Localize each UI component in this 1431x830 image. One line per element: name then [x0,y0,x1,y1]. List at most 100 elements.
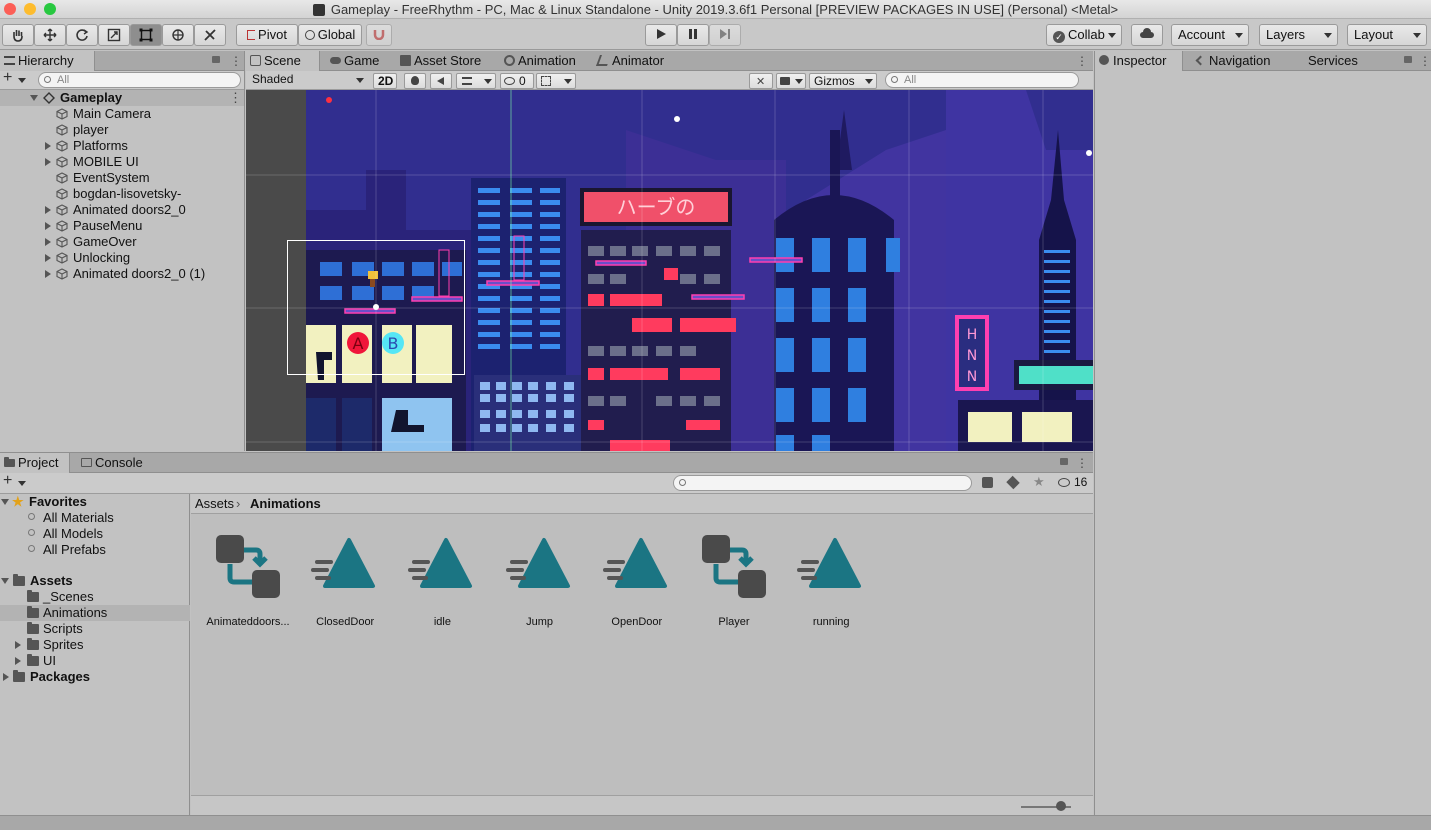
create-button[interactable]: + [3,472,12,490]
tab-scene[interactable]: Scene [246,51,320,71]
expand-arrow-icon[interactable] [15,657,21,665]
asset-folder-item[interactable]: Scripts [0,621,190,637]
favorites-row[interactable]: ★ Favorites [0,494,190,510]
lock-icon[interactable] [1060,458,1068,465]
more-options-icon[interactable]: ⋮ [1076,54,1088,68]
expand-arrow-icon[interactable] [45,254,51,262]
expand-arrow-icon[interactable] [45,222,51,230]
hidden-objects-toggle[interactable]: 0 [500,73,534,89]
hierarchy-item[interactable]: Unlocking [0,250,244,266]
tab-navigation[interactable]: Navigation [1191,51,1270,71]
lighting-toggle[interactable] [404,73,426,89]
hierarchy-item[interactable]: Animated doors2_0 [0,202,244,218]
platform[interactable] [411,296,463,302]
play-button[interactable] [645,24,677,46]
scene-viewport[interactable]: ハーブの A B H N N [246,90,1093,451]
hierarchy-item[interactable]: EventSystem [0,170,244,186]
layout-dropdown[interactable]: Layout [1347,24,1427,46]
favorites-item[interactable]: All Prefabs [0,542,190,558]
tab-console[interactable]: Console [77,453,143,473]
favorites-item[interactable]: All Materials [0,510,190,526]
audio-toggle[interactable] [430,73,452,89]
label-tag-icon[interactable] [1006,475,1020,490]
transform-tool-button[interactable] [162,24,194,46]
snap-button[interactable] [366,24,392,46]
effects-dropdown[interactable] [456,73,496,89]
create-button[interactable]: + [3,69,12,87]
more-options-icon[interactable]: ⋮ [1419,54,1431,68]
scene-search-input[interactable]: All [885,72,1079,88]
hierarchy-item[interactable]: Main Camera [0,106,244,122]
layers-dropdown[interactable]: Layers [1259,24,1338,46]
favorites-item[interactable]: All Models [0,526,190,542]
move-tool-button[interactable] [34,24,66,46]
tab-project[interactable]: Project [0,453,70,473]
scene-row[interactable]: Gameplay ⋮ [0,90,244,106]
hierarchy-item[interactable]: player [0,122,244,138]
asset-folder-item[interactable]: Animations [0,605,190,621]
asset-folder-item[interactable]: _Scenes [0,589,190,605]
gizmos-dropdown[interactable]: Gizmos [809,73,877,89]
platform[interactable] [595,260,647,266]
platform[interactable] [749,257,803,263]
tools-settings-button[interactable]: ✕ [749,73,773,89]
rect-tool-button[interactable] [130,24,162,46]
breadcrumb-assets[interactable]: Assets [195,494,234,514]
asset-folder-item[interactable]: Sprites [0,637,190,653]
lock-icon[interactable] [212,56,220,63]
more-options-icon[interactable]: ⋮ [230,54,242,68]
star-icon[interactable]: ★ [1033,474,1045,490]
hierarchy-item[interactable]: Animated doors2_0 (1) [0,266,244,282]
cloud-button[interactable] [1131,24,1163,46]
expand-arrow-icon[interactable] [3,673,9,681]
tab-animation[interactable]: Animation [500,51,576,71]
scene-canvas[interactable]: ハーブの A B H N N [246,90,1093,451]
expand-arrow-icon[interactable] [45,270,51,278]
tab-inspector[interactable]: Inspector [1095,51,1183,71]
tab-services[interactable]: Services [1296,51,1358,71]
platform[interactable] [691,294,745,300]
account-dropdown[interactable]: Account [1171,24,1249,46]
pivot-toggle[interactable]: Pivot [236,24,298,46]
custom-tool-button[interactable] [194,24,226,46]
tab-asset-store[interactable]: Asset Store [396,51,481,71]
expand-arrow-icon[interactable] [30,95,38,101]
expand-arrow-icon[interactable] [45,142,51,150]
shading-mode-dropdown[interactable]: Shaded [248,72,366,88]
maximize-window-button[interactable] [44,3,56,15]
expand-arrow-icon[interactable] [45,238,51,246]
tab-game[interactable]: Game [326,51,379,71]
hierarchy-item[interactable]: PauseMenu [0,218,244,234]
search-by-type-icon[interactable] [982,477,993,488]
expand-arrow-icon[interactable] [45,206,51,214]
chevron-down-icon[interactable] [18,78,26,83]
hand-tool-button[interactable] [2,24,34,46]
rotate-tool-button[interactable] [66,24,98,46]
close-window-button[interactable] [4,3,16,15]
tab-animator[interactable]: Animator [594,51,664,71]
hierarchy-item[interactable]: GameOver [0,234,244,250]
expand-arrow-icon[interactable] [1,578,9,584]
hierarchy-item[interactable]: Platforms [0,138,244,154]
hierarchy-search-input[interactable]: All [38,72,241,88]
2d-toggle[interactable]: 2D [373,73,397,89]
step-button[interactable] [709,24,741,46]
platform[interactable] [486,280,540,286]
hierarchy-item[interactable]: MOBILE UI [0,154,244,170]
lock-icon[interactable] [1404,56,1412,63]
scale-tool-button[interactable] [98,24,130,46]
camera-dropdown[interactable] [776,73,806,89]
expand-arrow-icon[interactable] [45,158,51,166]
chevron-down-icon[interactable] [18,481,26,486]
hierarchy-item[interactable]: bogdan-lisovetsky- [0,186,244,202]
expand-arrow-icon[interactable] [15,641,21,649]
collab-dropdown[interactable]: ✓ Collab [1046,24,1122,46]
zoom-slider-thumb[interactable] [1056,801,1066,811]
breadcrumb-animations[interactable]: Animations [250,494,321,514]
eye-slash-icon[interactable] [1058,478,1070,487]
assets-row[interactable]: Assets [0,573,190,589]
grid-dropdown[interactable] [536,73,576,89]
packages-row[interactable]: Packages [0,669,190,685]
asset-folder-item[interactable]: UI [0,653,190,669]
project-search-input[interactable] [673,475,972,491]
